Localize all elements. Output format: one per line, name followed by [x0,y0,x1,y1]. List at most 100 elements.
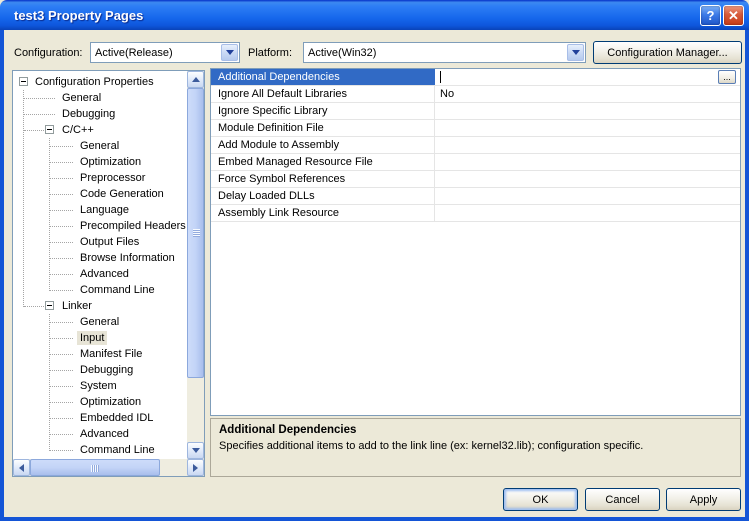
property-row-ignore-all-default-libraries[interactable]: Ignore All Default LibrariesNo [211,86,740,103]
scroll-left-icon[interactable] [13,459,30,476]
property-value-text: No [440,88,454,100]
collapse-icon[interactable] [45,301,54,310]
tree-item-label: Input [77,331,107,345]
tree-item-general[interactable]: General [13,314,187,330]
scroll-down-icon[interactable] [187,442,204,459]
scroll-up-icon[interactable] [187,71,204,88]
chevron-down-icon[interactable] [221,44,238,61]
tree-item-debugging[interactable]: Debugging [13,362,187,378]
settings-tree[interactable]: Configuration PropertiesGeneralDebugging… [13,71,187,459]
property-row-force-symbol-references[interactable]: Force Symbol References [211,171,740,188]
platform-dropdown[interactable]: Active(Win32) [303,42,586,63]
tree-item-label: C/C++ [59,123,97,137]
collapse-icon[interactable] [19,77,28,86]
configuration-value: Active(Release) [91,47,220,59]
tree-item-label: Manifest File [77,347,145,361]
tree-item-linker[interactable]: Linker [13,298,187,314]
property-row-ignore-specific-library[interactable]: Ignore Specific Library [211,103,740,120]
tree-item-embedded-idl[interactable]: Embedded IDL [13,410,187,426]
dialog-body: Configuration: Active(Release) Platform:… [4,30,745,517]
property-value[interactable]: ... [435,69,740,85]
tree-item-configuration-properties[interactable]: Configuration Properties [13,74,187,90]
tree-item-c-c[interactable]: C/C++ [13,122,187,138]
tree-item-debugging[interactable]: Debugging [13,106,187,122]
tree-item-browse-information[interactable]: Browse Information [13,250,187,266]
property-name: Module Definition File [211,120,435,136]
property-name: Embed Managed Resource File [211,154,435,170]
tree-item-label: Configuration Properties [32,75,157,89]
property-row-additional-dependencies[interactable]: Additional Dependencies... [211,69,740,86]
tree-item-label: Optimization [77,395,144,409]
tree-item-label: Linker [59,299,95,313]
property-name: Force Symbol References [211,171,435,187]
configuration-manager-button[interactable]: Configuration Manager... [593,41,742,64]
chevron-down-icon[interactable] [567,44,584,61]
property-value[interactable] [435,171,740,187]
configuration-dropdown[interactable]: Active(Release) [90,42,240,63]
tree-item-label: General [77,315,122,329]
tree-item-command-line[interactable]: Command Line [13,282,187,298]
tree-item-preprocessor[interactable]: Preprocessor [13,170,187,186]
ellipsis-button[interactable]: ... [718,70,736,84]
ok-button[interactable]: OK [503,488,578,511]
cancel-button[interactable]: Cancel [585,488,660,511]
tree-item-label: Precompiled Headers [77,219,187,233]
property-row-delay-loaded-dlls[interactable]: Delay Loaded DLLs [211,188,740,205]
close-icon[interactable]: ✕ [723,5,744,26]
tree-item-precompiled-headers[interactable]: Precompiled Headers [13,218,187,234]
vertical-scrollbar-thumb[interactable] [187,88,204,378]
platform-label: Platform: [248,47,292,59]
settings-tree-panel: Configuration PropertiesGeneralDebugging… [12,70,205,477]
tree-horizontal-scrollbar[interactable] [13,459,204,476]
collapse-icon[interactable] [45,125,54,134]
property-value[interactable] [435,154,740,170]
tree-item-label: Embedded IDL [77,411,156,425]
property-value[interactable] [435,205,740,221]
property-value[interactable] [435,120,740,136]
tree-vertical-scrollbar[interactable] [187,71,204,459]
tree-item-label: Advanced [77,267,132,281]
property-row-add-module-to-assembly[interactable]: Add Module to Assembly [211,137,740,154]
tree-item-optimization[interactable]: Optimization [13,394,187,410]
tree-item-label: Optimization [77,155,144,169]
titlebar[interactable]: test3 Property Pages ? ✕ [0,0,749,30]
tree-item-command-line[interactable]: Command Line [13,442,187,458]
tree-item-output-files[interactable]: Output Files [13,234,187,250]
tree-item-label: Preprocessor [77,171,148,185]
tree-item-label: Language [77,203,132,217]
property-name: Delay Loaded DLLs [211,188,435,204]
scroll-right-icon[interactable] [187,459,204,476]
description-text: Specifies additional items to add to the… [219,440,732,452]
property-row-embed-managed-resource-file[interactable]: Embed Managed Resource File [211,154,740,171]
property-value[interactable]: No [435,86,740,102]
property-name: Assembly Link Resource [211,205,435,221]
tree-item-label: Command Line [77,283,158,297]
description-title: Additional Dependencies [219,424,732,436]
horizontal-scrollbar-thumb[interactable] [30,459,160,476]
property-value[interactable] [435,137,740,153]
help-icon[interactable]: ? [700,5,721,26]
property-grid: Additional Dependencies...Ignore All Def… [210,68,741,416]
tree-item-optimization[interactable]: Optimization [13,154,187,170]
window-border-right [745,30,749,517]
tree-item-manifest-file[interactable]: Manifest File [13,346,187,362]
property-value[interactable] [435,188,740,204]
tree-item-advanced[interactable]: Advanced [13,426,187,442]
tree-item-code-generation[interactable]: Code Generation [13,186,187,202]
tree-item-label: Debugging [77,363,136,377]
property-name: Ignore Specific Library [211,103,435,119]
tree-item-input[interactable]: Input [13,330,187,346]
tree-item-label: System [77,379,120,393]
tree-item-label: Browse Information [77,251,178,265]
tree-item-advanced[interactable]: Advanced [13,266,187,282]
tree-item-system[interactable]: System [13,378,187,394]
tree-item-language[interactable]: Language [13,202,187,218]
window-title: test3 Property Pages [0,8,143,23]
property-value[interactable] [435,103,740,119]
tree-item-general[interactable]: General [13,90,187,106]
apply-button[interactable]: Apply [666,488,741,511]
tree-item-general[interactable]: General [13,138,187,154]
tree-item-label: Debugging [59,107,118,121]
property-row-assembly-link-resource[interactable]: Assembly Link Resource [211,205,740,222]
property-row-module-definition-file[interactable]: Module Definition File [211,120,740,137]
